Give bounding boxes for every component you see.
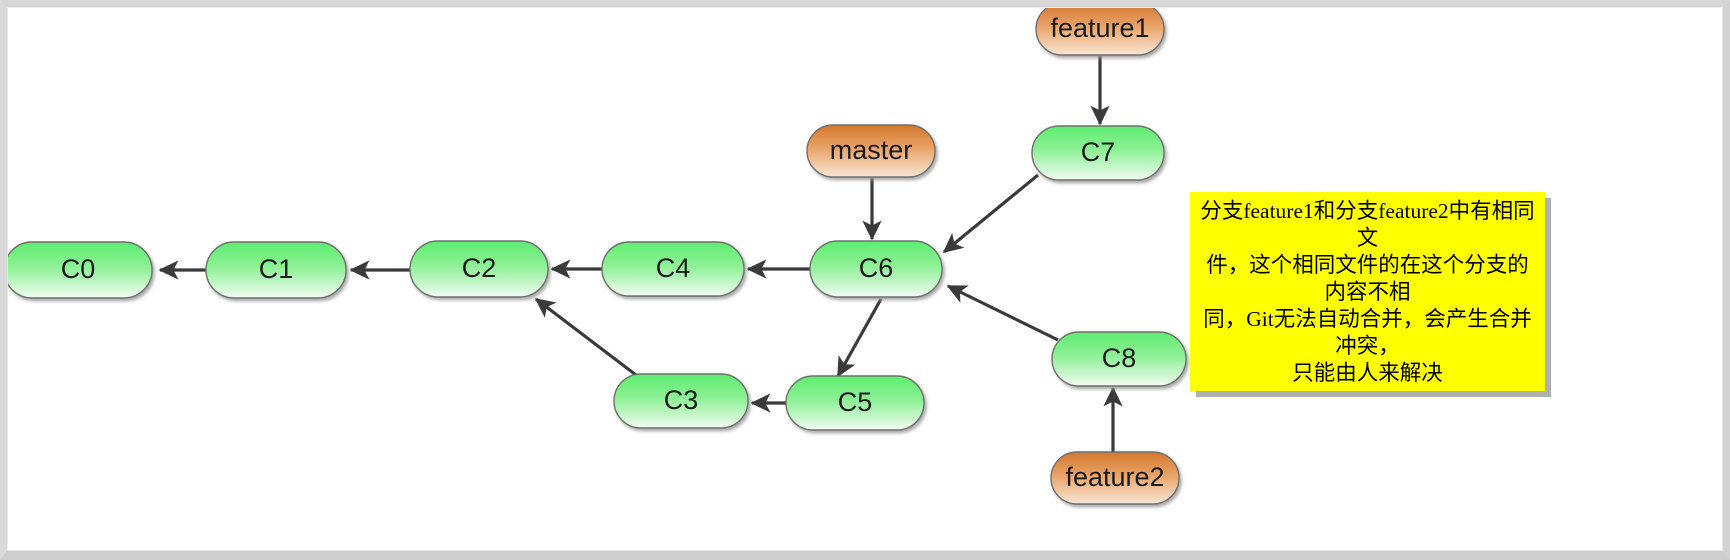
node-shape [409,240,549,298]
edge-c8-c6 [946,284,1059,342]
conflict-note-box: 分支feature1和分支feature2中有相同文 件，这个相同文件的在这个分… [1190,192,1545,391]
diagram-canvas: C0 C1 C2 C3 C4 C5 C6 C7 C8 master feature1 feature2… [0,0,1730,560]
commit-node-c0[interactable]: C0 [3,241,153,299]
node-shape [205,241,347,299]
commit-node-c4[interactable]: C4 [601,241,745,297]
commit-node-c1[interactable]: C1 [205,241,347,299]
node-shape [1050,451,1180,505]
node-shape [601,241,745,297]
node-shape [785,375,925,431]
conflict-note-text: 分支feature1和分支feature2中有相同文 件，这个相同文件的在这个分… [1200,199,1535,385]
commit-node-c3[interactable]: C3 [613,373,749,429]
node-shape [1051,331,1187,387]
commit-node-c7[interactable]: C7 [1031,125,1165,181]
branch-node-feature1[interactable]: feature1 [1035,2,1165,56]
node-shape [3,241,153,299]
commit-node-c2[interactable]: C2 [409,240,549,298]
edge-c7-c6 [942,173,1040,254]
node-shape [806,124,936,178]
node-shape [613,373,749,429]
node-shape [1031,125,1165,181]
edge-c6-c5 [836,298,883,378]
node-shape [1035,2,1165,56]
edge-c3-c2 [534,297,641,380]
node-shape [809,240,943,298]
commit-node-c5[interactable]: C5 [785,375,925,431]
commit-node-c6[interactable]: C6 [809,240,943,298]
commit-node-c8[interactable]: C8 [1051,331,1187,387]
branch-node-feature2[interactable]: feature2 [1050,451,1180,505]
branch-node-master[interactable]: master [806,124,936,178]
nodes-layer: C0 C1 C2 C3 C4 C5 C6 C7 C8 master feature1 feature2 [3,2,1187,505]
